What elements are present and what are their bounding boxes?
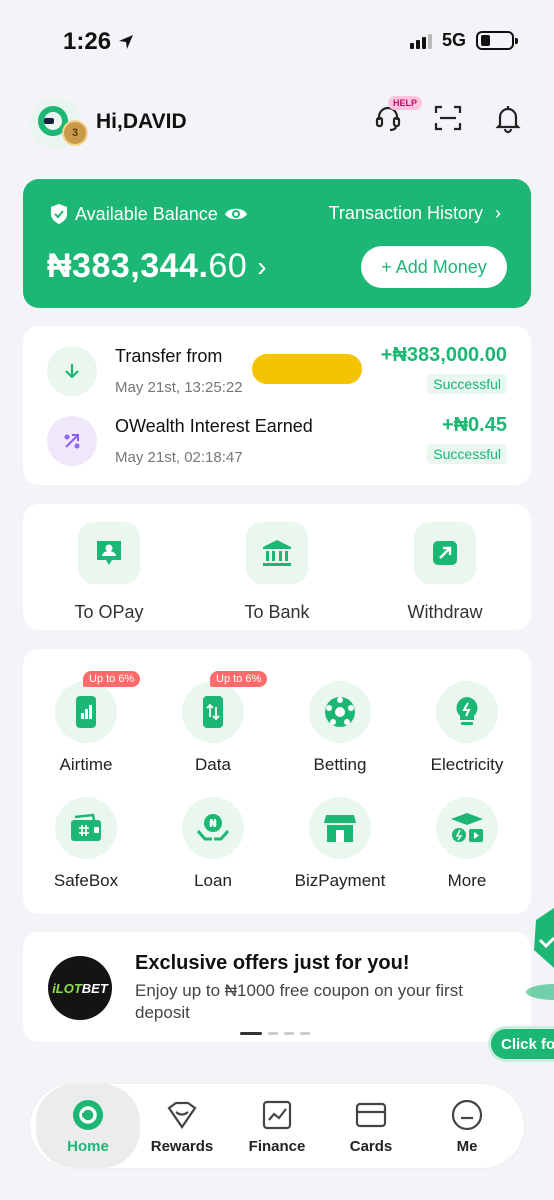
- recent-transactions: Transfer from... May 21st, 13:25:22 +₦38…: [23, 326, 531, 485]
- offer-banner[interactable]: iLOT BET Exclusive offers just for you! E…: [23, 932, 531, 1042]
- scan-icon: [434, 105, 462, 131]
- ilotbet-logo: iLOT BET: [48, 956, 112, 1020]
- redaction-mark: [252, 354, 362, 384]
- avatar[interactable]: 3: [30, 98, 88, 148]
- help-button[interactable]: HELP: [372, 96, 423, 134]
- signal-icon: [409, 33, 432, 49]
- phone-signal-icon: Up to 6%: [55, 671, 141, 743]
- rewards-icon: [165, 1098, 199, 1132]
- finance-icon: [260, 1098, 294, 1132]
- medal-icon: 3: [62, 120, 88, 146]
- notifications-button[interactable]: [492, 102, 524, 134]
- safebox-button[interactable]: SafeBox: [31, 797, 141, 891]
- status-time: 1:26: [63, 28, 135, 56]
- status-badge: Successful: [427, 374, 507, 394]
- chevron-right-icon: ›: [495, 203, 501, 223]
- card-icon: [354, 1098, 388, 1132]
- promo-badge: Up to 6%: [210, 671, 268, 687]
- add-money-button[interactable]: + Add Money: [361, 246, 507, 288]
- data-button[interactable]: Up to 6% Data: [158, 671, 268, 775]
- transaction-amount: +₦0.45: [441, 414, 507, 436]
- battery-icon: [476, 31, 518, 50]
- betting-button[interactable]: Betting: [285, 681, 395, 775]
- greeting: Hi,DAVID: [96, 110, 187, 133]
- wallet-icon: [55, 797, 117, 859]
- transfer-actions: To OPay To Bank Withdraw: [23, 504, 531, 630]
- home-header: 3 Hi,DAVID HELP: [30, 96, 524, 150]
- eye-icon[interactable]: [224, 205, 248, 223]
- to-bank-button[interactable]: To Bank: [207, 522, 347, 623]
- time-label: 1:26: [63, 28, 112, 55]
- balance-amount[interactable]: ₦383,344.60 ›: [47, 247, 267, 286]
- more-icon: [436, 797, 498, 859]
- phone-data-icon: Up to 6%: [182, 671, 268, 743]
- services-grid: Up to 6% Airtime Up to 6% Data Betting E…: [23, 649, 531, 914]
- percent-icon: [47, 416, 97, 466]
- withdraw-button[interactable]: Withdraw: [375, 522, 515, 623]
- available-balance-label: Available Balance: [49, 203, 248, 225]
- network-label: 5G: [441, 30, 466, 50]
- help-badge: HELP: [388, 96, 423, 110]
- nav-cards[interactable]: Cards: [323, 1084, 419, 1168]
- bell-icon: [495, 106, 521, 134]
- floating-shield-icon[interactable]: [514, 900, 554, 1000]
- carousel-indicator: [240, 1032, 310, 1035]
- bulb-icon: [436, 681, 498, 743]
- transaction-amount: +₦383,000.00: [380, 344, 507, 366]
- transaction-row[interactable]: OWealth Interest Earned May 21st, 02:18:…: [47, 414, 507, 476]
- nav-home[interactable]: Home: [36, 1084, 140, 1168]
- withdraw-icon: [414, 522, 476, 584]
- svg-text:₦: ₦: [209, 817, 217, 830]
- offer-text: Enjoy up to ₦1000 free coupon on your fi…: [135, 981, 463, 1022]
- status-badge: Successful: [427, 444, 507, 464]
- transaction-date: May 21st, 02:18:47: [115, 449, 243, 466]
- transaction-title: OWealth Interest Earned: [115, 416, 313, 436]
- home-icon: [71, 1098, 105, 1132]
- more-button[interactable]: More: [412, 797, 522, 891]
- person-chat-icon: [78, 522, 140, 584]
- naira-hand-icon: ₦: [182, 797, 244, 859]
- bank-icon: [246, 522, 308, 584]
- loan-button[interactable]: ₦ Loan: [158, 797, 268, 891]
- promo-badge: Up to 6%: [83, 671, 141, 687]
- football-icon: [309, 681, 371, 743]
- arrow-down-icon: [47, 346, 97, 396]
- transaction-history-link[interactable]: Transaction History ›: [329, 203, 501, 224]
- offer-title: Exclusive offers just for you!: [135, 952, 410, 974]
- chevron-right-icon: ›: [257, 250, 268, 282]
- bottom-nav: Home Rewards Finance Cards Me: [30, 1084, 524, 1168]
- nav-finance[interactable]: Finance: [229, 1084, 325, 1168]
- balance-card: Available Balance Transaction History › …: [23, 179, 531, 308]
- transaction-row[interactable]: Transfer from... May 21st, 13:25:22 +₦38…: [47, 344, 507, 406]
- scan-button[interactable]: [432, 102, 464, 134]
- status-bar: 1:26 5G: [0, 0, 554, 80]
- shield-check-icon: [51, 204, 67, 224]
- floating-promo-button[interactable]: Click for: [488, 1026, 554, 1062]
- nav-me[interactable]: Me: [419, 1084, 515, 1168]
- profile-icon: [450, 1098, 484, 1132]
- electricity-button[interactable]: Electricity: [412, 681, 522, 775]
- to-opay-button[interactable]: To OPay: [39, 522, 179, 623]
- shop-icon: [309, 797, 371, 859]
- bizpayment-button[interactable]: BizPayment: [285, 797, 395, 891]
- airtime-button[interactable]: Up to 6% Airtime: [31, 671, 141, 775]
- nav-rewards[interactable]: Rewards: [134, 1084, 230, 1168]
- transaction-date: May 21st, 13:25:22: [115, 379, 243, 396]
- location-arrow-icon: [119, 35, 134, 49]
